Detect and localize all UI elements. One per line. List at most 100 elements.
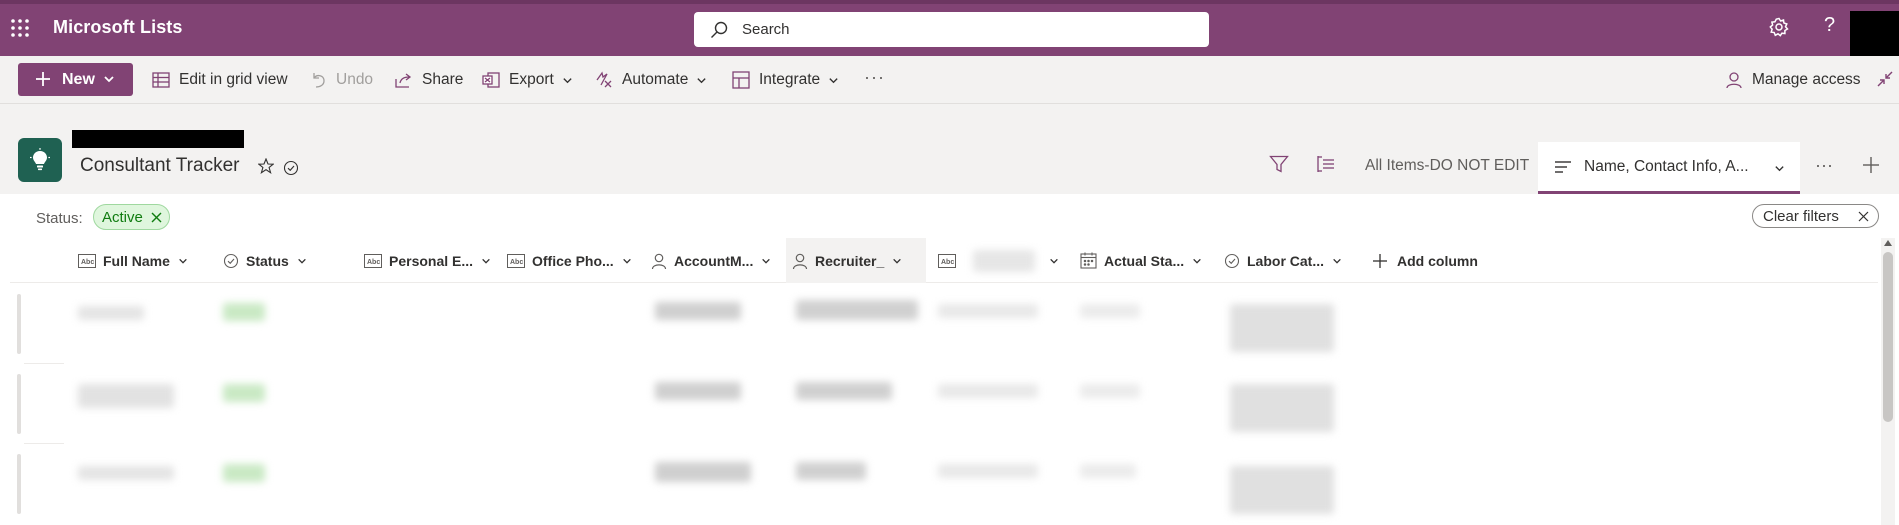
manage-access-label: Manage access (1752, 71, 1861, 88)
vertical-scrollbar[interactable] (1881, 238, 1895, 525)
active-view-label: Name, Contact Info, A... (1584, 158, 1749, 175)
svg-text:Abc: Abc (81, 259, 94, 266)
text-field-icon: Abc (78, 253, 96, 268)
chevron-down-icon (1774, 163, 1785, 174)
app-launcher-icon[interactable] (10, 18, 30, 38)
grid-icon (152, 72, 170, 88)
row-selector[interactable] (17, 294, 21, 354)
column-header-labor-category[interactable]: Labor Cat... (1224, 238, 1342, 283)
view-tab-active[interactable]: Name, Contact Info, A... (1538, 142, 1800, 194)
chevron-down-icon (1333, 258, 1341, 264)
chevron-down-icon (297, 258, 306, 264)
follow-check-icon[interactable] (283, 160, 299, 176)
blurred-cell (1230, 466, 1334, 514)
close-icon (1858, 211, 1869, 222)
list-header: Consultant Tracker All Items-DO NOT EDIT… (0, 104, 1899, 194)
row-selector[interactable] (17, 454, 21, 514)
edit-grid-view-label: Edit in grid view (179, 71, 288, 88)
undo-button[interactable]: Undo (311, 68, 373, 92)
table-row[interactable] (10, 444, 1878, 524)
plus-icon (34, 70, 52, 88)
blurred-cell (78, 384, 174, 408)
column-header-full-name[interactable]: Abc Full Name (78, 238, 188, 283)
export-button[interactable]: Export (482, 68, 573, 92)
blurred-cell (655, 382, 741, 400)
share-button[interactable]: Share (395, 68, 463, 92)
add-column-label: Add column (1397, 252, 1478, 269)
automate-button[interactable]: Automate (595, 68, 707, 92)
integrate-icon (732, 71, 750, 89)
automate-label: Automate (622, 71, 689, 88)
search-box[interactable]: Search (694, 12, 1209, 47)
status-filter-value: Active (102, 209, 143, 226)
group-by-icon[interactable] (1316, 154, 1336, 174)
more-views-button[interactable]: ··· (1815, 155, 1833, 176)
svg-text:Abc: Abc (367, 259, 380, 266)
scrollbar-thumb[interactable] (1883, 252, 1893, 422)
table-row[interactable] (10, 364, 1878, 444)
share-icon (395, 73, 412, 88)
redacted-site-name (72, 130, 244, 148)
app-title[interactable]: Microsoft Lists (53, 17, 183, 38)
more-commands-button[interactable]: ··· (864, 67, 885, 88)
star-icon[interactable] (258, 158, 274, 174)
status-filter-pill[interactable]: Active (93, 204, 170, 230)
chevron-down-icon (1193, 258, 1201, 264)
list-panel: Status: Active Clear filters Abc Full Na… (10, 194, 1899, 525)
blurred-cell (655, 302, 741, 320)
blurred-cell (1230, 304, 1334, 352)
top-strip (0, 0, 1899, 4)
chevron-down-icon (829, 77, 838, 83)
avatar[interactable] (1850, 11, 1899, 56)
filter-label: Status: (36, 210, 83, 227)
chevron-down-icon (762, 258, 771, 264)
blurred-cell (938, 304, 1038, 318)
collapse-icon[interactable] (1877, 71, 1893, 87)
integrate-button[interactable]: Integrate (732, 68, 839, 92)
settings-gear-icon[interactable] (1769, 17, 1789, 37)
share-label: Share (422, 71, 464, 88)
blurred-cell (78, 306, 144, 320)
blurred-column-name (973, 249, 1035, 272)
person-icon (651, 253, 667, 269)
blurred-cell (1080, 384, 1140, 398)
chevron-down-icon (103, 73, 115, 85)
help-button[interactable]: ? (1824, 14, 1835, 37)
column-header-recruiter[interactable]: Recruiter_ (786, 238, 926, 283)
integrate-label: Integrate (759, 71, 821, 88)
table-row[interactable] (10, 284, 1878, 364)
blurred-cell (796, 382, 892, 400)
column-header-actual-start[interactable]: Actual Sta... (1080, 238, 1202, 283)
chevron-down-icon (482, 258, 490, 264)
clear-filters-button[interactable]: Clear filters (1752, 204, 1879, 228)
view-tab-all-items[interactable]: All Items-DO NOT EDIT (1365, 157, 1529, 175)
column-header-status[interactable]: Status (223, 238, 307, 283)
new-button-label: New (62, 71, 95, 88)
add-view-plus-icon[interactable] (1862, 156, 1880, 174)
blurred-cell (938, 464, 1038, 478)
column-header-personal-email[interactable]: Abc Personal E... (364, 238, 491, 283)
list-title[interactable]: Consultant Tracker (80, 155, 239, 177)
blurred-status-cell (223, 464, 265, 482)
blurred-cell (78, 466, 174, 480)
close-icon[interactable] (151, 212, 162, 223)
blurred-cell (796, 300, 918, 320)
row-selector[interactable] (17, 374, 21, 434)
blurred-cell (938, 384, 1038, 398)
column-header-office-phone[interactable]: Abc Office Pho... (507, 238, 632, 283)
text-field-icon: Abc (507, 253, 525, 268)
edit-grid-view-button[interactable]: Edit in grid view (152, 68, 288, 92)
new-button[interactable]: New (18, 63, 133, 96)
choice-check-icon (223, 253, 239, 268)
manage-access-button[interactable]: Manage access (1725, 68, 1861, 92)
svg-text:Abc: Abc (941, 259, 954, 266)
chevron-down-icon (563, 77, 572, 83)
column-header-redacted[interactable]: Abc (938, 238, 1059, 283)
scroll-up-arrow-icon[interactable] (1884, 240, 1892, 246)
column-label: AccountM... (674, 252, 754, 269)
column-label: Full Name (103, 252, 170, 269)
filter-icon[interactable] (1269, 154, 1289, 174)
column-header-account-manager[interactable]: AccountM... (651, 238, 771, 283)
command-bar: New Edit in grid view Undo Share Export (0, 56, 1899, 104)
add-column-button[interactable]: Add column (1372, 238, 1478, 283)
